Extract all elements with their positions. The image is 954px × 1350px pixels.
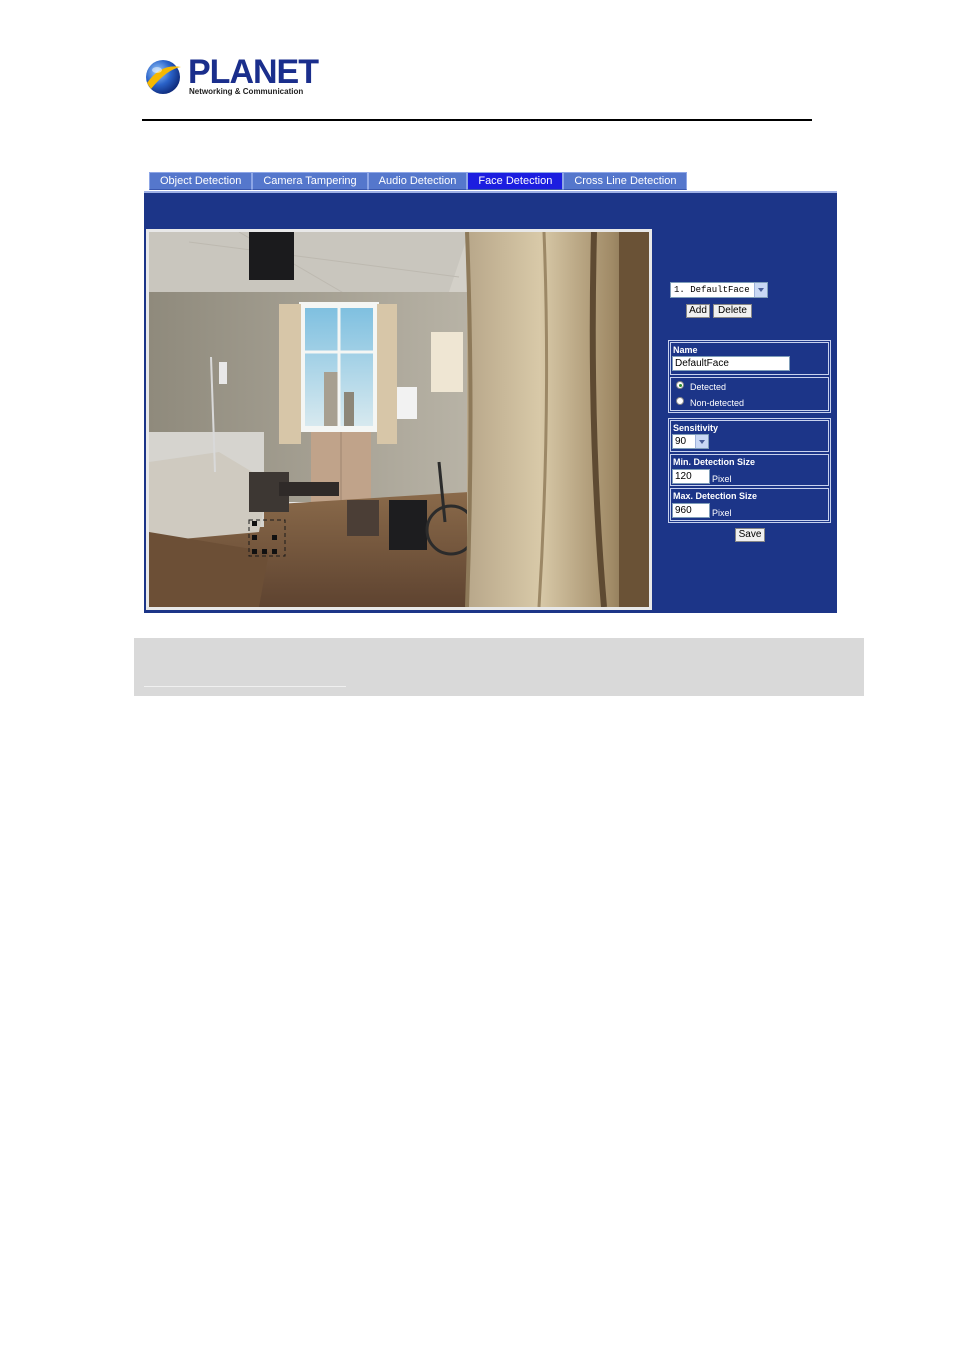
tab-cross-line-detection[interactable]: Cross Line Detection: [563, 172, 688, 190]
gray-band: [134, 638, 864, 696]
planet-logo-icon: [146, 60, 181, 94]
delete-button[interactable]: Delete: [713, 304, 752, 318]
max-size-label: Max. Detection Size: [673, 491, 758, 501]
detection-tabs: Object Detection Camera Tampering Audio …: [149, 172, 688, 190]
detected-radio[interactable]: [676, 381, 684, 389]
max-size-unit: Pixel: [712, 508, 732, 518]
min-size-input[interactable]: 120: [672, 469, 710, 484]
live-video-view[interactable]: [149, 232, 649, 607]
min-size-unit: Pixel: [712, 474, 732, 484]
save-button[interactable]: Save: [735, 528, 765, 542]
sensitivity-select[interactable]: 90: [672, 434, 709, 449]
sensitivity-value: 90: [675, 436, 687, 447]
name-input[interactable]: DefaultFace: [672, 356, 790, 371]
sensitivity-label: Sensitivity: [673, 423, 719, 433]
detected-label: Detected: [690, 382, 727, 392]
chevron-down-icon[interactable]: [695, 435, 708, 448]
brand-tagline: Networking & Communication: [189, 87, 304, 96]
min-size-label: Min. Detection Size: [673, 457, 756, 467]
tab-object-detection[interactable]: Object Detection: [149, 172, 253, 190]
add-button[interactable]: Add: [686, 304, 710, 318]
profile-select[interactable]: 1. DefaultFace: [670, 282, 768, 298]
tab-camera-tampering[interactable]: Camera Tampering: [252, 172, 368, 190]
header-divider: [142, 119, 812, 121]
max-size-input[interactable]: 960: [672, 503, 710, 518]
name-label: Name: [673, 345, 698, 355]
gray-band-line: [144, 686, 346, 687]
chevron-down-icon[interactable]: [754, 283, 767, 297]
camera-scene-image: [149, 232, 649, 607]
profile-select-value: 1. DefaultFace: [674, 285, 750, 295]
non-detected-label: Non-detected: [690, 398, 745, 408]
tab-audio-detection[interactable]: Audio Detection: [367, 172, 468, 190]
non-detected-radio[interactable]: [676, 397, 684, 405]
brand-name: PLANET: [188, 53, 319, 91]
tab-face-detection[interactable]: Face Detection: [467, 172, 564, 190]
